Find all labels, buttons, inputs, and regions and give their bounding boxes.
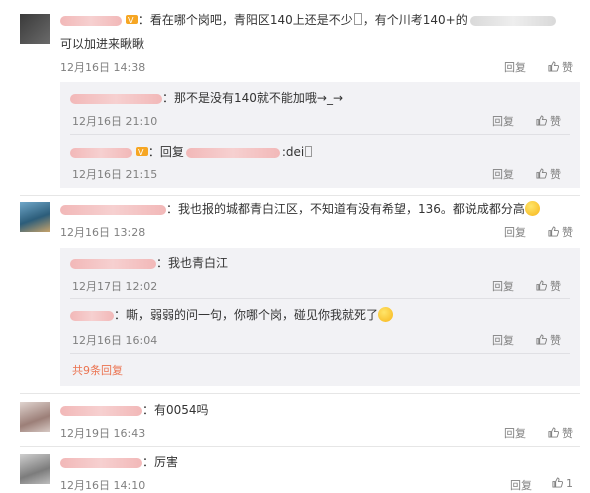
avatar[interactable]	[20, 14, 50, 44]
like-button[interactable]: 赞	[536, 113, 561, 129]
reply-button[interactable]: 回复	[504, 224, 526, 240]
username[interactable]	[70, 93, 162, 104]
like-button[interactable]: 赞	[536, 278, 561, 294]
comment-text: ：我也报的城都青白江区，不知道有没有希望，136。都说成都分高	[60, 201, 540, 217]
vip-badge-icon: V	[125, 13, 138, 25]
username[interactable]	[70, 147, 132, 158]
svg-text:V: V	[138, 148, 144, 157]
thumbs-up-icon	[552, 477, 563, 488]
svg-text:V: V	[128, 16, 134, 25]
reply-button[interactable]: 回复	[492, 166, 514, 182]
thumbs-up-icon	[536, 115, 547, 126]
thumbs-up-icon	[548, 226, 559, 237]
reply-box: ：我也青白江 12月17日 12:02 回复 赞 ：嘶，弱弱的问一句，你哪个岗，…	[60, 248, 580, 386]
comment-timestamp: 12月19日 16:43	[60, 427, 146, 440]
comment-timestamp: 12月16日 14:38	[60, 61, 146, 74]
avatar[interactable]	[20, 402, 50, 432]
username[interactable]	[60, 405, 142, 416]
like-button[interactable]: 赞	[548, 425, 573, 441]
reply-text: ：那不是没有140就不能加哦→_→	[70, 90, 343, 106]
comment-text-continued: 可以加进来瞅瞅	[60, 37, 145, 51]
like-button[interactable]: 赞	[548, 59, 573, 75]
reply-button[interactable]: 回复	[504, 425, 526, 441]
username[interactable]	[60, 204, 166, 215]
divider	[20, 195, 580, 196]
thumbs-up-icon	[548, 61, 559, 72]
laughing-emoji-icon	[524, 201, 540, 216]
thumbs-up-icon	[536, 334, 547, 345]
reply-box: ：那不是没有140就不能加哦→_→ 12月16日 21:10 回复 赞 V ：回…	[60, 82, 580, 188]
reply-button[interactable]: 回复	[504, 59, 526, 75]
divider	[20, 393, 580, 394]
username[interactable]	[70, 310, 114, 321]
username[interactable]	[60, 15, 122, 26]
comment-text: ：有0054吗	[60, 402, 209, 418]
reply-button[interactable]: 回复	[492, 278, 514, 294]
reply-text: ：我也青白江	[70, 255, 228, 271]
like-count: 1	[566, 477, 573, 490]
reply-timestamp: 12月17日 12:02	[72, 280, 158, 293]
reply-timestamp: 12月16日 21:10	[72, 115, 158, 128]
avatar[interactable]	[20, 202, 50, 232]
more-replies-link[interactable]: 共9条回复	[72, 362, 123, 378]
reply-button[interactable]: 回复	[510, 477, 532, 493]
like-button[interactable]: 赞	[536, 332, 561, 348]
divider	[70, 134, 570, 135]
divider	[20, 446, 580, 447]
username[interactable]	[60, 457, 142, 468]
like-button[interactable]: 赞	[536, 166, 561, 182]
reply-timestamp: 12月16日 21:15	[72, 168, 158, 181]
reply-button[interactable]: 回复	[492, 332, 514, 348]
thumbs-up-icon	[536, 168, 547, 179]
reply-text: V ：回复:dei	[70, 144, 313, 160]
divider	[70, 353, 570, 354]
vip-badge-icon: V	[135, 145, 148, 157]
thumbs-up-icon	[548, 427, 559, 438]
avatar[interactable]	[20, 454, 50, 484]
like-button[interactable]: 赞	[548, 224, 573, 240]
like-button[interactable]: 1	[552, 477, 573, 490]
thumbs-up-icon	[536, 280, 547, 291]
username[interactable]	[70, 258, 156, 269]
comment-text: V ：看在哪个岗吧，青阳区140上还是不少 ，有个川考140+的	[60, 12, 556, 28]
comment-timestamp: 12月16日 13:28	[60, 226, 146, 239]
comment-text: ：厉害	[60, 454, 178, 470]
divider	[70, 298, 570, 299]
reply-timestamp: 12月16日 16:04	[72, 334, 158, 347]
comment-timestamp: 12月16日 14:10	[60, 479, 146, 492]
reply-button[interactable]: 回复	[492, 113, 514, 129]
username[interactable]	[185, 147, 280, 158]
laughing-emoji-icon	[378, 307, 394, 322]
reply-text: ：嘶，弱弱的问一句，你哪个岗，碰见你我就死了	[70, 307, 394, 323]
